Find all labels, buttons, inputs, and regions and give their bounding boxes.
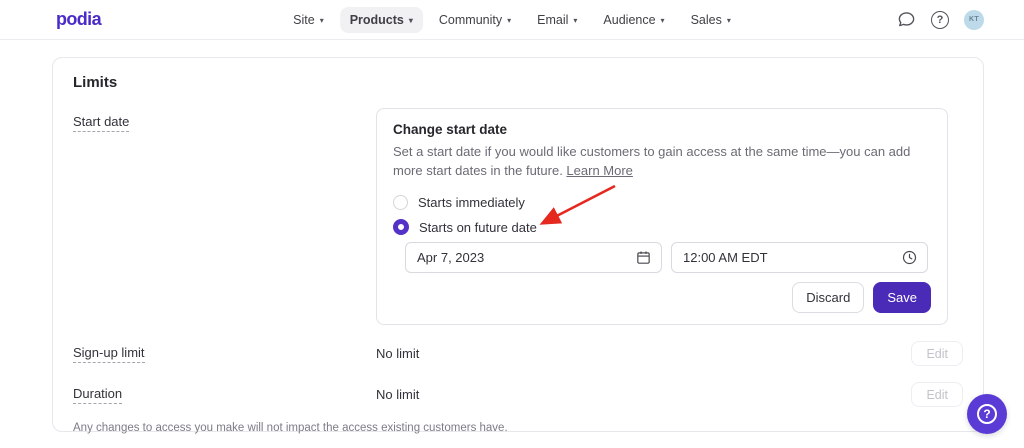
nav-item-email[interactable]: Email ▾ bbox=[527, 7, 587, 33]
signup-limit-edit-button[interactable]: Edit bbox=[911, 341, 963, 366]
nav-item-community[interactable]: Community ▾ bbox=[429, 7, 521, 33]
radio-unselected-icon[interactable] bbox=[393, 195, 408, 210]
start-date-input-box[interactable] bbox=[405, 242, 662, 273]
start-time-input-box[interactable] bbox=[671, 242, 928, 273]
card-title: Limits bbox=[73, 74, 963, 92]
nav-item-label: Community bbox=[439, 13, 502, 27]
duration-edit-button[interactable]: Edit bbox=[911, 382, 963, 407]
radio-selected-icon[interactable] bbox=[393, 219, 409, 235]
calendar-icon[interactable] bbox=[635, 249, 652, 266]
nav-item-products[interactable]: Products ▾ bbox=[340, 7, 423, 33]
start-date-label[interactable]: Start date bbox=[73, 114, 129, 132]
nav-item-label: Sales bbox=[691, 13, 722, 27]
chevron-down-icon: ▾ bbox=[573, 16, 577, 25]
nav-item-site[interactable]: Site ▾ bbox=[283, 7, 334, 33]
description-text: Set a start date if you would like custo… bbox=[393, 144, 910, 178]
main-nav: Site ▾ Products ▾ Community ▾ Email ▾ Au… bbox=[283, 0, 741, 40]
radio-starts-on-future-date[interactable]: Starts on future date bbox=[393, 218, 931, 236]
start-date-row: Start date Change start date Set a start… bbox=[73, 108, 963, 325]
chevron-down-icon: ▾ bbox=[409, 16, 413, 25]
save-button[interactable]: Save bbox=[873, 282, 931, 313]
nav-item-label: Products bbox=[350, 13, 404, 27]
start-date-label-col: Start date bbox=[73, 108, 376, 132]
radio-starts-immediately[interactable]: Starts immediately bbox=[393, 193, 931, 211]
signup-limit-row: Sign-up limit No limit Edit bbox=[73, 341, 963, 366]
signup-limit-label-col: Sign-up limit bbox=[73, 345, 376, 363]
chevron-down-icon: ▾ bbox=[320, 16, 324, 25]
nav-item-label: Audience bbox=[603, 13, 655, 27]
discard-button[interactable]: Discard bbox=[792, 282, 864, 313]
date-time-inputs bbox=[405, 242, 931, 273]
panel-description: Set a start date if you would like custo… bbox=[393, 142, 931, 180]
chevron-down-icon: ▾ bbox=[661, 16, 665, 25]
podia-logo[interactable]: podia bbox=[56, 9, 101, 30]
learn-more-link[interactable]: Learn More bbox=[566, 163, 632, 178]
signup-limit-value: No limit bbox=[376, 346, 911, 361]
nav-item-sales[interactable]: Sales ▾ bbox=[681, 7, 741, 33]
chevron-down-icon: ▾ bbox=[507, 16, 511, 25]
change-start-date-panel: Change start date Set a start date if yo… bbox=[376, 108, 948, 325]
header-actions: ? KT bbox=[896, 10, 984, 30]
nav-item-audience[interactable]: Audience ▾ bbox=[593, 7, 674, 33]
duration-value: No limit bbox=[376, 387, 911, 402]
duration-row: Duration No limit Edit bbox=[73, 382, 963, 407]
duration-label-col: Duration bbox=[73, 386, 376, 404]
nav-item-label: Site bbox=[293, 13, 315, 27]
panel-title: Change start date bbox=[393, 122, 931, 138]
start-date-input[interactable] bbox=[417, 250, 635, 265]
clock-icon[interactable] bbox=[901, 249, 918, 266]
radio-label: Starts on future date bbox=[419, 220, 537, 235]
nav-item-label: Email bbox=[537, 13, 568, 27]
chat-icon[interactable] bbox=[896, 10, 916, 30]
help-icon[interactable]: ? bbox=[930, 10, 950, 30]
signup-limit-label[interactable]: Sign-up limit bbox=[73, 345, 145, 363]
top-navbar: podia Site ▾ Products ▾ Community ▾ Emai… bbox=[0, 0, 1024, 40]
help-fab-button[interactable]: ? bbox=[967, 394, 1007, 434]
question-mark-icon: ? bbox=[977, 404, 997, 424]
duration-label[interactable]: Duration bbox=[73, 386, 122, 404]
limits-card: Limits Start date Change start date Set … bbox=[52, 57, 984, 432]
avatar[interactable]: KT bbox=[964, 10, 984, 30]
radio-label: Starts immediately bbox=[418, 195, 525, 210]
access-note: Any changes to access you make will not … bbox=[73, 422, 963, 434]
start-time-input[interactable] bbox=[683, 250, 901, 265]
avatar-initials: KT bbox=[969, 16, 979, 23]
panel-actions: Discard Save bbox=[393, 282, 931, 313]
chevron-down-icon: ▾ bbox=[727, 16, 731, 25]
